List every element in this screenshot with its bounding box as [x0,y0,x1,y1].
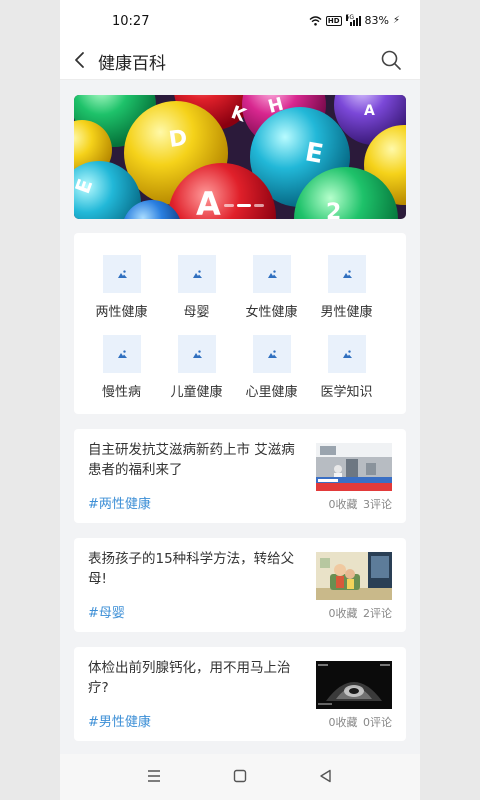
carousel-dot[interactable] [254,204,264,207]
article-thumbnail [316,661,392,709]
image-placeholder-icon [327,335,366,373]
image-placeholder-icon [252,335,291,373]
category-label: 男性健康 [320,305,373,320]
battery-level: 83% [364,14,389,27]
banner-letter-1: A [196,185,221,219]
image-placeholder-icon [177,335,216,373]
article-card[interactable]: 表扬孩子的15种科学方法，转给父母! #母婴 0收藏 2评论 [74,538,406,632]
signal-icon: 5G [345,14,361,26]
article-title: 体检出前列腺钙化，用不用马上治疗? [88,660,291,696]
category-item[interactable]: 男性健康 [309,255,384,320]
category-item[interactable]: 两性健康 [84,255,159,320]
comment-count: 2评论 [363,607,392,620]
category-panel: 两性健康 母婴 女性健康 男性健康 慢性病 儿童健康 心里健康 医学知识 [74,233,406,414]
hd-badge: HD [325,15,342,26]
home-icon[interactable] [232,768,248,784]
article-title: 表扬孩子的15种科学方法，转给父母! [88,551,295,587]
carousel-dot[interactable] [224,204,234,207]
menu-icon[interactable] [146,768,162,784]
category-label: 医学知识 [320,385,373,400]
comment-count: 0评论 [363,716,392,729]
page-title: 健康百科 [98,54,166,74]
article-card[interactable]: 自主研发抗艾滋病新药上市 艾滋病患者的福利来了 #两性健康 0收藏 3评论 [74,429,406,523]
favorite-count: 0收藏 [328,607,358,620]
network-label: 5G [345,14,354,21]
favorite-count: 0收藏 [328,498,358,511]
category-label: 女性健康 [245,305,298,320]
banner-letter-0: D [167,126,189,153]
back-icon[interactable] [70,49,90,71]
article-card[interactable]: 体检出前列腺钙化，用不用马上治疗? #男性健康 0收藏 0评论 [74,647,406,741]
image-placeholder-icon [102,255,141,293]
article-stats: 0收藏 0评论 [329,714,393,730]
article-stats: 0收藏 2评论 [329,605,393,621]
status-time: 10:27 [112,14,150,29]
phone-screen: 10:27 HD 5G 83% ⚡ 健康百科 D A E E K H A 2 两… [60,0,420,800]
charging-icon: ⚡ [392,15,400,26]
status-icons: HD 5G 83% ⚡ [309,14,400,27]
category-label: 心里健康 [245,385,298,400]
category-label: 母婴 [183,305,210,320]
wifi-icon [309,15,322,26]
banner-letter-7: 2 [326,200,341,219]
system-navigation-bar [60,754,420,800]
image-placeholder-icon [327,255,366,293]
banner-letter-6: A [364,103,375,119]
category-item[interactable]: 女性健康 [234,255,309,320]
category-item[interactable]: 儿童健康 [159,335,234,400]
article-thumbnail [316,552,392,600]
category-label: 两性健康 [95,305,148,320]
category-grid: 两性健康 母婴 女性健康 男性健康 慢性病 儿童健康 心里健康 医学知识 [84,255,396,400]
carousel-dot-active[interactable] [237,204,251,207]
category-item[interactable]: 母婴 [159,255,234,320]
article-tag[interactable]: #母婴 [88,602,125,621]
banner-carousel[interactable]: D A E E K H A 2 [74,95,406,219]
category-label: 儿童健康 [170,385,223,400]
back-triangle-icon[interactable] [318,768,334,784]
article-stats: 0收藏 3评论 [329,496,393,512]
image-placeholder-icon [102,335,141,373]
nav-bar: 健康百科 [60,42,420,80]
carousel-indicator [224,204,264,207]
category-item[interactable]: 慢性病 [84,335,159,400]
article-tag[interactable]: #两性健康 [88,493,151,512]
category-item[interactable]: 心里健康 [234,335,309,400]
category-label: 慢性病 [101,385,141,400]
image-placeholder-icon [177,255,216,293]
image-placeholder-icon [252,255,291,293]
category-item[interactable]: 医学知识 [309,335,384,400]
search-icon[interactable] [380,49,402,71]
article-tag[interactable]: #男性健康 [88,711,151,730]
article-thumbnail [316,443,392,491]
banner-image: D A E E K H A 2 [74,95,406,219]
favorite-count: 0收藏 [328,716,358,729]
status-bar: 10:27 HD 5G 83% ⚡ [60,0,420,42]
article-title: 自主研发抗艾滋病新药上市 艾滋病患者的福利来了 [88,442,295,478]
comment-count: 3评论 [363,498,392,511]
